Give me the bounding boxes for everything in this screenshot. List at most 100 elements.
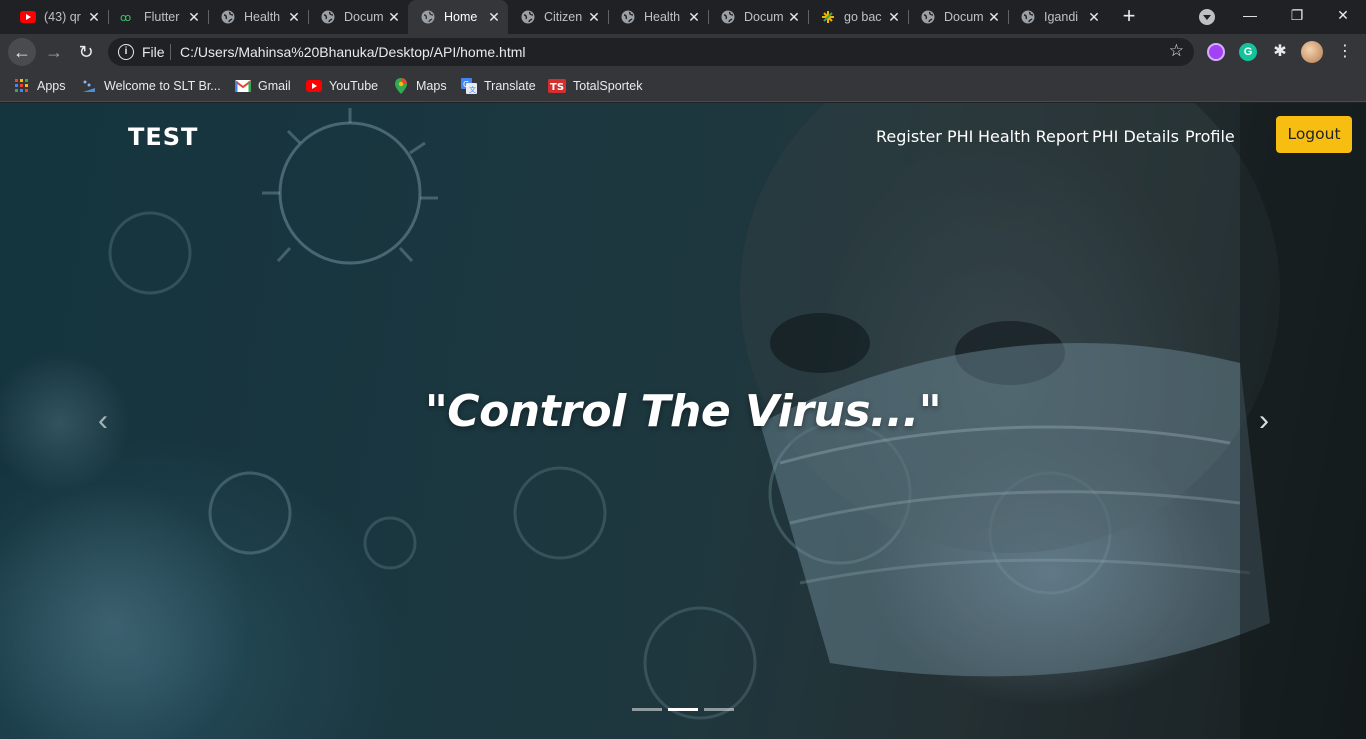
- globe-icon: [420, 9, 436, 25]
- reload-icon[interactable]: ↻: [72, 38, 100, 66]
- bookmark-maps[interactable]: Maps: [393, 76, 447, 96]
- bookmark-star-icon[interactable]: ☆: [1169, 41, 1184, 61]
- hero-carousel: TEST Register PHI Health Report PHI Deta…: [0, 103, 1366, 739]
- close-icon[interactable]: ✕: [786, 9, 802, 25]
- close-icon[interactable]: ✕: [286, 9, 302, 25]
- logout-button[interactable]: Logout: [1276, 116, 1352, 153]
- bookmark-label: Maps: [416, 79, 447, 93]
- url-text[interactable]: C:/Users/Mahinsa%20Bhanuka/Desktop/API/h…: [180, 44, 526, 60]
- globe-icon: [720, 9, 736, 25]
- maps-pin-icon: [393, 78, 409, 94]
- svg-text:ꝏ: ꝏ: [120, 12, 131, 22]
- nav-health-report[interactable]: Health Report: [978, 127, 1089, 146]
- close-icon[interactable]: ✕: [386, 9, 402, 25]
- tab-document-2[interactable]: Docum ✕: [708, 6, 808, 28]
- bookmark-label: Gmail: [258, 79, 291, 93]
- hero-caption: "Control The Virus...": [424, 386, 942, 437]
- tab-title: Docum: [744, 10, 784, 24]
- carousel-indicator[interactable]: [632, 708, 662, 711]
- globe-icon: [620, 9, 636, 25]
- tab-title: Docum: [344, 10, 384, 24]
- svg-text:文: 文: [469, 85, 476, 94]
- tab-title: Igandi: [1044, 10, 1079, 24]
- tab-title: Citizen: [544, 10, 583, 24]
- app-icon: [820, 9, 836, 25]
- carousel-indicator-active[interactable]: [668, 708, 698, 711]
- restore-icon[interactable]: ❐: [1282, 4, 1312, 26]
- bookmark-apps[interactable]: Apps: [14, 76, 66, 96]
- nav-register-phi[interactable]: Register PHI: [876, 127, 973, 146]
- address-divider: [170, 44, 171, 60]
- totalsportek-icon: TS: [548, 78, 566, 94]
- close-icon[interactable]: ✕: [486, 9, 502, 25]
- translate-icon: G文: [461, 78, 477, 94]
- extensions-puzzle-icon[interactable]: ✱: [1271, 43, 1289, 61]
- carousel-indicators: [632, 708, 734, 711]
- tab-document-3[interactable]: Docum ✕: [908, 6, 1008, 28]
- bookmark-translate[interactable]: G文 Translate: [461, 76, 536, 96]
- bookmark-label: Welcome to SLT Br...: [104, 79, 221, 93]
- carousel-next-chevron-icon[interactable]: ›: [1249, 406, 1279, 436]
- address-bar[interactable]: i File C:/Users/Mahinsa%20Bhanuka/Deskto…: [108, 38, 1194, 66]
- menu-kebab-icon[interactable]: ⋮: [1336, 43, 1354, 61]
- bookmark-totalsportek[interactable]: TS TotalSportek: [548, 76, 642, 96]
- info-icon[interactable]: i: [118, 44, 134, 60]
- tab-flutter[interactable]: ꝏ Flutter ✕: [108, 6, 208, 28]
- tab-title: (43) qr: [44, 10, 81, 24]
- tab-title: go bac: [844, 10, 882, 24]
- tab-title: Docum: [944, 10, 984, 24]
- tab-search-icon[interactable]: [1199, 9, 1215, 25]
- bookmark-label: Apps: [37, 79, 66, 93]
- close-icon[interactable]: ✕: [986, 9, 1002, 25]
- minimize-icon[interactable]: —: [1235, 4, 1265, 26]
- browser-toolbar: ← → ↻ i File C:/Users/Mahinsa%20Bhanuka/…: [0, 34, 1366, 70]
- tab-title: Health: [244, 10, 281, 24]
- svg-text:TS: TS: [550, 82, 564, 93]
- tab-title: Flutter: [144, 10, 180, 24]
- close-icon[interactable]: ✕: [686, 9, 702, 25]
- new-tab-button[interactable]: +: [1119, 5, 1139, 27]
- carousel-indicator[interactable]: [704, 708, 734, 711]
- youtube-icon: [20, 9, 36, 25]
- window-close-icon[interactable]: ✕: [1328, 4, 1358, 26]
- tab-citizen[interactable]: Citizen ✕: [508, 6, 608, 28]
- tab-home-active[interactable]: Home ✕: [408, 0, 508, 34]
- tab-document[interactable]: Docum ✕: [308, 6, 408, 28]
- scheme-label: File: [142, 44, 165, 60]
- close-icon[interactable]: ✕: [86, 9, 102, 25]
- forward-arrow-icon[interactable]: →: [40, 38, 68, 66]
- tab-go-back[interactable]: go bac ✕: [808, 6, 908, 28]
- tab-health[interactable]: Health ✕: [208, 6, 308, 28]
- nav-profile[interactable]: Profile: [1185, 127, 1235, 146]
- globe-icon: [320, 9, 336, 25]
- site-brand-logo[interactable]: TEST: [128, 123, 198, 151]
- globe-icon: [920, 9, 936, 25]
- tab-strip: (43) qr ✕ ꝏ Flutter ✕ Health ✕ Docum ✕ H…: [0, 0, 1366, 34]
- carousel-prev-chevron-icon[interactable]: ‹: [88, 406, 118, 436]
- flutter-icon: ꝏ: [120, 9, 136, 25]
- close-icon[interactable]: ✕: [586, 9, 602, 25]
- back-arrow-icon[interactable]: ←: [8, 38, 36, 66]
- bookmark-label: Translate: [484, 79, 536, 93]
- close-icon[interactable]: ✕: [186, 9, 202, 25]
- globe-icon: [1020, 9, 1036, 25]
- youtube-icon: [306, 78, 322, 94]
- bookmark-gmail[interactable]: Gmail: [235, 76, 291, 96]
- close-icon[interactable]: ✕: [886, 9, 902, 25]
- nav-phi-details[interactable]: PHI Details: [1092, 127, 1179, 146]
- bookmarks-bar: Apps Welcome to SLT Br... Gmail YouTube …: [0, 70, 1366, 102]
- extension-purple-icon[interactable]: [1207, 43, 1225, 61]
- grammarly-icon[interactable]: G: [1239, 43, 1257, 61]
- tab-title: Home: [444, 10, 478, 24]
- tab-health-2[interactable]: Health ✕: [608, 6, 708, 28]
- bookmark-slt[interactable]: Welcome to SLT Br...: [81, 76, 221, 96]
- bookmark-youtube[interactable]: YouTube: [306, 76, 378, 96]
- globe-icon: [220, 9, 236, 25]
- tab-igandi[interactable]: Igandi ✕: [1008, 6, 1108, 28]
- tab-title: Health: [644, 10, 681, 24]
- slt-icon: [81, 78, 97, 94]
- tab-youtube[interactable]: (43) qr ✕: [8, 6, 108, 28]
- profile-avatar[interactable]: [1301, 41, 1323, 63]
- bookmark-label: TotalSportek: [573, 79, 643, 93]
- close-icon[interactable]: ✕: [1086, 9, 1102, 25]
